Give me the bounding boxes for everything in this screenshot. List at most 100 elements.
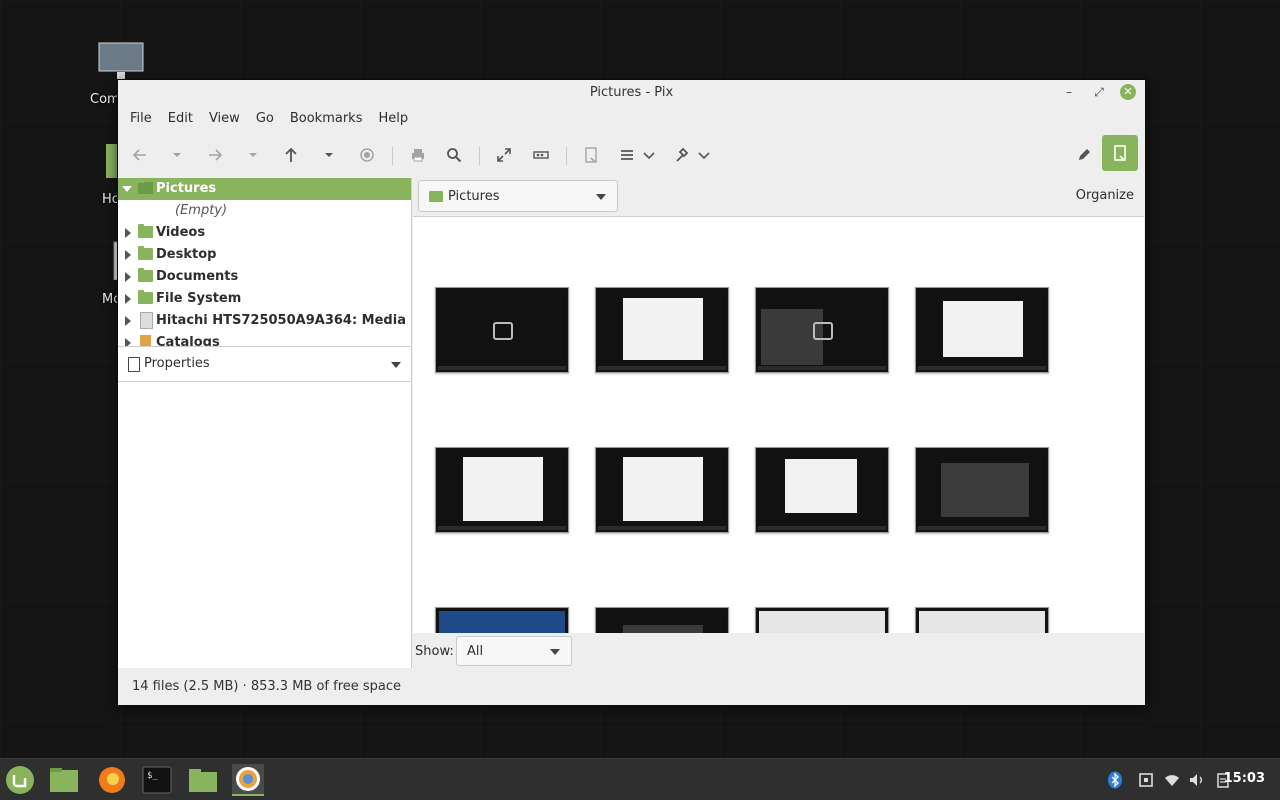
collapsed-arrow-icon[interactable] [125,294,131,304]
show-filter-select[interactable]: All [456,636,572,666]
taskbar-firefox-button[interactable] [96,764,128,796]
forward-button[interactable] [202,142,228,168]
tree-item-label: File System [156,291,242,306]
volume-icon[interactable] [1188,771,1206,789]
collapsed-arrow-icon[interactable] [125,316,131,326]
thumbnail-grid[interactable] [413,217,1144,634]
properties-button[interactable] [578,142,604,168]
pictures-folder-icon [138,180,153,194]
location-selector[interactable]: Pictures [418,180,618,212]
print-button[interactable] [405,142,431,168]
thumbnail[interactable] [435,287,569,373]
slideshow-button[interactable] [528,142,554,168]
collapsed-arrow-icon[interactable] [125,272,131,282]
svg-text:$_: $_ [147,771,158,781]
tree-item-catalogs[interactable]: Catalogs [118,332,411,347]
search-button[interactable] [441,142,467,168]
organize-button[interactable]: Organize [1076,188,1134,203]
maximize-button[interactable]: ⤢ [1091,84,1107,100]
collapsed-arrow-icon[interactable] [125,228,131,238]
stop-button[interactable] [354,142,380,168]
taskbar-pix-button[interactable] [232,764,264,796]
folder-tree: Pictures (Empty) Videos Desktop Document… [118,178,411,347]
tree-item-label: Pictures [156,181,217,196]
taskbar-folder-button[interactable] [187,764,219,796]
taskbar: $_ 15:03 [0,758,1280,800]
back-button[interactable] [127,142,153,168]
menu-view[interactable]: View [201,111,248,126]
pictures-folder-icon [429,191,443,202]
forward-icon [209,149,223,161]
tree-item-file-system[interactable]: File System [118,288,411,310]
menu-help[interactable]: Help [370,111,416,126]
stop-icon [360,148,374,162]
thumbnail[interactable] [755,287,889,373]
menu-file[interactable]: File [122,111,160,126]
mint-menu-button[interactable] [4,764,36,796]
close-button[interactable]: ✕ [1120,84,1136,100]
up-history-button[interactable] [316,142,342,168]
thumbnail[interactable] [915,287,1049,373]
tree-item-documents[interactable]: Documents [118,266,411,288]
collapsed-arrow-icon[interactable] [125,338,131,346]
collapsed-arrow-icon[interactable] [125,250,131,260]
print-icon [412,149,424,162]
expanded-arrow-icon[interactable] [122,186,132,192]
dropdown-arrow-icon [596,194,606,200]
tree-item-desktop[interactable]: Desktop [118,244,411,266]
firefox-icon [99,767,125,793]
properties-label: Properties [144,356,210,371]
show-label: Show: [415,644,454,659]
dropdown-arrow-icon [391,362,401,368]
view-list-dropdown[interactable] [636,142,662,168]
toolbar-separator [392,147,393,165]
desktop-icon-label: Com [90,92,120,107]
up-button[interactable] [278,142,304,168]
thumbnail[interactable] [435,607,569,633]
fullscreen-button[interactable] [491,142,517,168]
wifi-icon[interactable] [1163,771,1181,789]
fullscreen-icon [497,148,511,162]
thumbnail[interactable] [435,447,569,533]
thumbnail[interactable] [755,447,889,533]
videos-folder-icon [138,224,153,238]
menu-go[interactable]: Go [248,111,282,126]
location-label: Pictures [448,189,500,204]
thumbnail[interactable] [915,447,1049,533]
toolbar-separator [566,147,567,165]
tree-item-hitachi-media[interactable]: Hitachi HTS725050A9A364: Media [118,310,411,332]
forward-history-button[interactable] [240,142,266,168]
edit-button[interactable] [1071,142,1097,168]
tools-dropdown[interactable] [691,142,717,168]
thumbnail[interactable] [755,607,889,633]
minimize-button[interactable]: – [1061,84,1077,100]
taskbar-terminal-button[interactable]: $_ [141,764,173,796]
bluetooth-icon[interactable] [1106,771,1124,789]
thumbnail[interactable] [595,287,729,373]
show-filter-bar: Show: All [413,633,1144,669]
taskbar-files-button[interactable] [48,764,80,796]
slideshow-icon [533,151,549,159]
properties-selector[interactable]: Properties [118,347,411,382]
menu-bookmarks[interactable]: Bookmarks [282,111,371,126]
screenshot-icon[interactable] [1137,771,1155,789]
terminal-icon: $_ [142,766,172,794]
menu-edit[interactable]: Edit [160,111,201,126]
properties-toggle-button[interactable] [1102,135,1138,171]
hard-drive-icon [140,312,153,329]
thumbnail[interactable] [915,607,1049,633]
tree-item-pictures[interactable]: Pictures [118,178,411,200]
title-bar[interactable]: Pictures - Pix – ⤢ ✕ [118,80,1145,104]
files-icon [50,768,78,792]
properties-icon [585,147,597,163]
thumbnail[interactable] [595,447,729,533]
thumbnail[interactable] [595,607,729,633]
search-icon [447,148,462,163]
clock[interactable]: 15:03 [1224,771,1265,786]
chevron-down-icon [173,153,181,157]
tree-item-videos[interactable]: Videos [118,222,411,244]
tree-item-label: Catalogs [156,335,220,347]
browser-header: Pictures Organize [413,178,1144,217]
tools-icon [676,147,689,162]
back-history-button[interactable] [164,142,190,168]
